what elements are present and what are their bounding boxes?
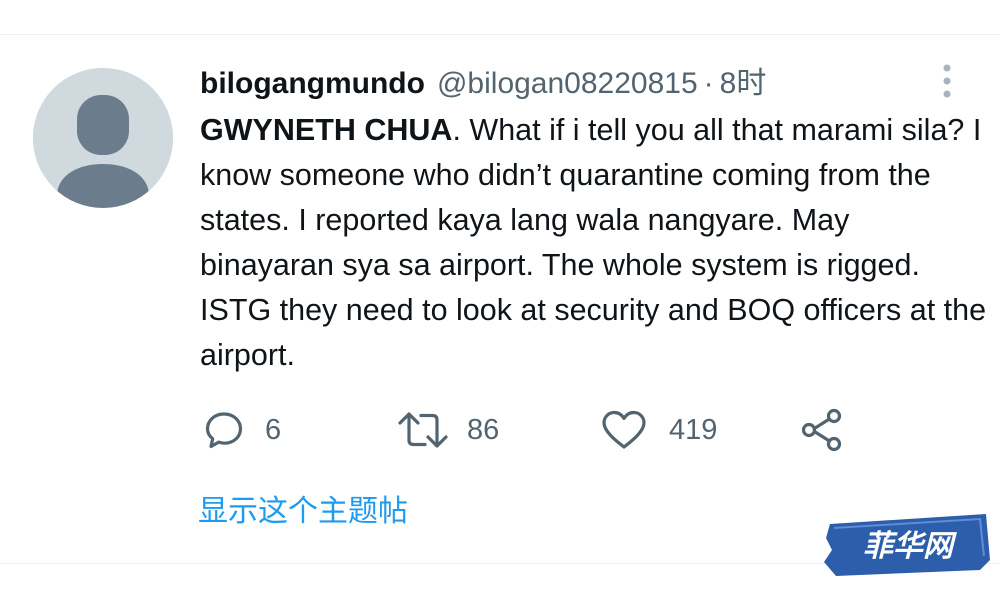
header-separator: · <box>703 67 714 100</box>
user-handle[interactable]: @bilogan08220815 <box>437 64 698 104</box>
retweet-icon <box>398 412 448 448</box>
mention[interactable]: GWYNETH CHUA <box>200 113 452 147</box>
like-button[interactable]: 419 <box>601 405 717 455</box>
like-count: 419 <box>669 413 718 446</box>
svg-text:菲华网: 菲华网 <box>863 529 957 564</box>
heart-icon <box>602 410 646 449</box>
share-icon <box>801 408 842 452</box>
tweet-body-text: . What if i tell you all that marami sil… <box>200 113 987 372</box>
tweet-header: bilogangmundo @bilogan08220815 · 8时 <box>200 64 766 104</box>
retweet-button[interactable]: 86 <box>397 405 499 455</box>
top-divider <box>0 34 1000 35</box>
reply-button[interactable]: 6 <box>203 405 281 455</box>
share-button[interactable] <box>800 405 844 455</box>
timestamp[interactable]: 8时 <box>720 64 767 104</box>
reply-icon <box>205 412 243 449</box>
tweet-text: GWYNETH CHUA. What if i tell you all tha… <box>200 108 990 378</box>
more-vertical-icon[interactable] <box>935 62 959 100</box>
watermark-logo: 菲华网 <box>822 510 994 580</box>
reply-count: 6 <box>265 413 282 446</box>
avatar[interactable] <box>33 68 173 208</box>
retweet-count: 86 <box>467 413 500 446</box>
default-avatar-icon <box>33 68 173 208</box>
tweet-actions: 6 86 419 <box>0 405 1000 455</box>
show-thread-link[interactable]: 显示这个主题帖 <box>198 490 408 534</box>
display-name[interactable]: bilogangmundo <box>200 64 425 104</box>
